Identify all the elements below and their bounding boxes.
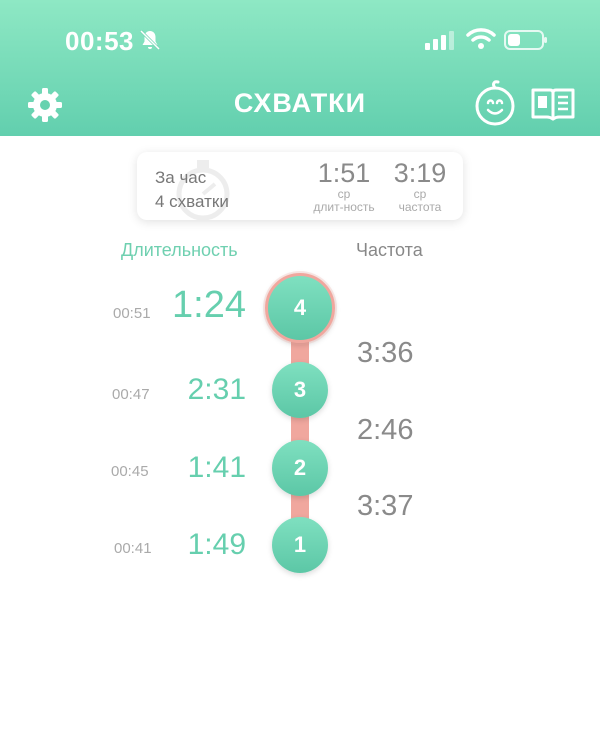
avg-frequency-sub2: частота (398, 200, 442, 214)
interval-2-1: 3:37 (357, 490, 414, 522)
cellular-signal-icon (425, 31, 454, 50)
book-icon[interactable] (530, 86, 576, 122)
contraction-3-node[interactable]: 3 (272, 362, 328, 418)
contraction-1-duration: 1:49 (187, 528, 246, 561)
app-header: 00:53 СХВАТКИ (0, 0, 600, 136)
contraction-3-duration: 2:31 (187, 373, 246, 406)
contraction-2-duration: 1:41 (187, 451, 246, 484)
contraction-3-time: 00:47 (112, 386, 150, 403)
duration-column-header: Длительность (121, 240, 238, 260)
contraction-4-duration: 1:24 (172, 284, 246, 326)
status-time: 00:53 (65, 26, 134, 56)
battery-icon (504, 30, 547, 50)
avg-frequency-sub1: ср (413, 187, 427, 201)
contraction-count: 4 схватки (155, 192, 229, 211)
bell-slash-icon (139, 29, 161, 51)
frequency-column-header: Частота (356, 240, 423, 260)
contraction-2-time: 00:45 (111, 463, 149, 480)
contraction-1-node[interactable]: 1 (272, 517, 328, 573)
avg-duration-value: 1:51 (317, 158, 371, 188)
avg-frequency-value: 3:19 (393, 158, 447, 188)
avg-duration-sub2: длит-ность (313, 200, 375, 214)
wifi-icon (466, 28, 496, 49)
avg-duration-sub1: ср (337, 187, 351, 201)
contraction-1-time: 00:41 (114, 540, 152, 557)
baby-face-icon[interactable] (472, 80, 518, 126)
summary-card[interactable]: За час 4 схватки 1:51 ср длит-ность 3:19… (137, 152, 463, 220)
period-label: За час (155, 168, 207, 187)
contraction-4-node[interactable]: 4 (265, 273, 335, 343)
interval-4-3: 3:36 (357, 337, 414, 369)
contraction-4-time: 00:51 (113, 305, 151, 322)
interval-3-2: 2:46 (357, 414, 414, 446)
contraction-2-node[interactable]: 2 (272, 440, 328, 496)
